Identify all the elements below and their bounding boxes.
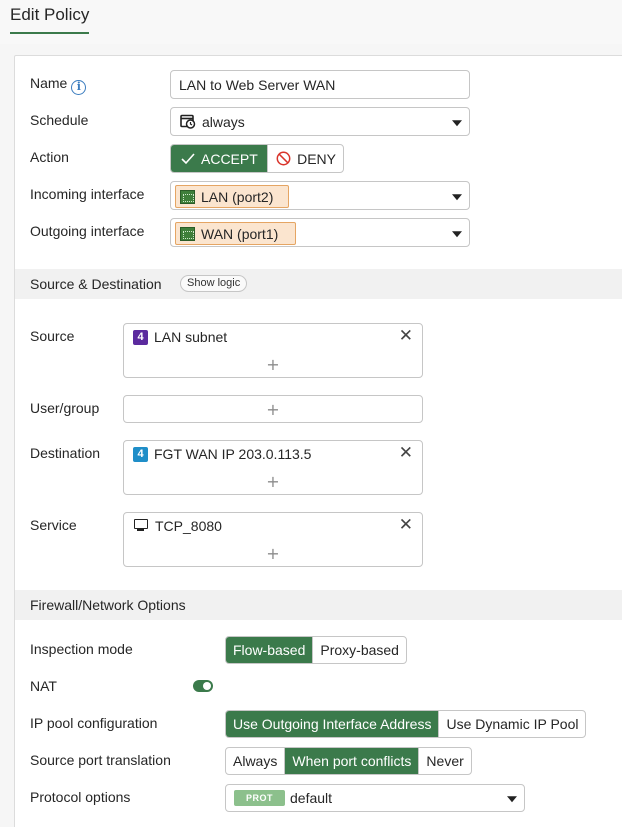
close-icon[interactable]: ✕ xyxy=(399,445,413,462)
ip-pool-label: IP pool configuration xyxy=(30,715,158,731)
chevron-down-icon xyxy=(452,193,462,200)
never-button[interactable]: Never xyxy=(418,748,470,774)
deny-label: DENY xyxy=(297,150,336,167)
source-port-translation-toggle: Always When port conflicts Never xyxy=(225,747,472,775)
use-outgoing-interface-button[interactable]: Use Outgoing Interface Address xyxy=(226,711,439,737)
source-port-translation-label: Source port translation xyxy=(30,752,171,768)
list-item[interactable]: TCP_8080 xyxy=(133,518,222,534)
action-label: Action xyxy=(30,149,69,165)
chevron-down-icon xyxy=(452,230,462,237)
close-icon[interactable]: ✕ xyxy=(399,517,413,534)
protocol-options-label: Protocol options xyxy=(30,789,131,805)
action-toggle: ACCEPT DENY xyxy=(170,144,344,173)
schedule-value-text: always xyxy=(202,113,245,130)
protocol-badge: PROT xyxy=(234,790,285,806)
when-port-conflicts-button[interactable]: When port conflicts xyxy=(284,748,419,774)
outgoing-interface-chip[interactable]: WAN (port1) xyxy=(175,222,296,245)
ipv4-address-icon: 4 xyxy=(133,329,148,345)
network-port-icon xyxy=(180,189,195,204)
nat-toggle[interactable] xyxy=(193,680,213,692)
list-item[interactable]: 4 LAN subnet xyxy=(133,329,227,345)
protocol-options-select[interactable]: PROT default xyxy=(225,784,525,812)
checkmark-icon xyxy=(181,152,195,164)
schedule-select[interactable]: always xyxy=(170,107,470,136)
destination-field[interactable]: 4 FGT WAN IP 203.0.113.5 ✕ + xyxy=(123,440,423,495)
chevron-down-icon xyxy=(507,796,517,803)
source-field[interactable]: 4 LAN subnet ✕ + xyxy=(123,323,423,378)
proxy-based-button[interactable]: Proxy-based xyxy=(312,637,406,663)
deny-button[interactable]: DENY xyxy=(267,145,343,172)
add-user-group-button[interactable]: + xyxy=(266,400,279,419)
service-field[interactable]: TCP_8080 ✕ + xyxy=(123,512,423,567)
protocol-options-value: default xyxy=(290,790,333,806)
accept-button[interactable]: ACCEPT xyxy=(171,145,268,172)
incoming-interface-chip[interactable]: LAN (port2) xyxy=(175,185,289,208)
outgoing-interface-value: WAN (port1) xyxy=(201,225,279,242)
add-source-button[interactable]: + xyxy=(266,355,279,374)
destination-entry-text: FGT WAN IP 203.0.113.5 xyxy=(154,446,312,462)
close-icon[interactable]: ✕ xyxy=(399,328,413,345)
page-title: Edit Policy xyxy=(10,5,90,34)
nat-label: NAT xyxy=(30,678,57,694)
name-input-value: LAN to Web Server WAN xyxy=(179,76,336,93)
name-label-text: Name xyxy=(30,75,68,91)
add-destination-button[interactable]: + xyxy=(266,472,279,491)
add-service-button[interactable]: + xyxy=(266,544,279,563)
policy-form: Name i LAN to Web Server WAN Schedule alw… xyxy=(14,55,622,827)
clock-calendar-icon xyxy=(180,114,196,129)
source-destination-section-header: Source & Destination Show logic xyxy=(15,269,622,299)
use-dynamic-ip-pool-button[interactable]: Use Dynamic IP Pool xyxy=(438,711,585,737)
show-logic-button[interactable]: Show logic xyxy=(180,275,248,292)
source-label: Source xyxy=(30,328,75,344)
list-item[interactable]: 4 FGT WAN IP 203.0.113.5 xyxy=(133,446,311,462)
accept-label: ACCEPT xyxy=(201,150,258,167)
incoming-interface-select[interactable]: LAN (port2) xyxy=(170,181,470,210)
inspection-mode-toggle: Flow-based Proxy-based xyxy=(225,636,407,664)
service-entry-text: TCP_8080 xyxy=(155,518,222,534)
outgoing-interface-label: Outgoing interface xyxy=(30,223,145,239)
destination-label: Destination xyxy=(30,445,101,461)
always-button[interactable]: Always xyxy=(226,748,284,774)
schedule-select-value: always xyxy=(180,114,245,130)
inspection-mode-label: Inspection mode xyxy=(30,641,133,657)
name-label: Name i xyxy=(30,75,87,95)
ipv4-address-icon: 4 xyxy=(133,446,148,462)
monitor-service-icon xyxy=(133,519,149,533)
network-port-icon xyxy=(180,226,195,241)
incoming-interface-value: LAN (port2) xyxy=(201,188,274,205)
source-entry-text: LAN subnet xyxy=(154,329,228,345)
firewall-network-section-header: Firewall/Network Options xyxy=(15,590,622,620)
section-title: Firewall/Network Options xyxy=(30,597,186,613)
name-input[interactable]: LAN to Web Server WAN xyxy=(170,70,470,99)
flow-based-button[interactable]: Flow-based xyxy=(226,637,313,663)
user-group-label: User/group xyxy=(30,400,100,416)
schedule-label: Schedule xyxy=(30,112,89,128)
user-group-field[interactable]: + xyxy=(123,395,423,423)
info-icon[interactable]: i xyxy=(71,80,87,95)
ip-pool-toggle: Use Outgoing Interface Address Use Dynam… xyxy=(225,710,587,738)
service-label: Service xyxy=(30,517,77,533)
chevron-down-icon xyxy=(452,119,462,126)
no-entry-icon xyxy=(276,151,291,166)
page-header: Edit Policy xyxy=(0,0,622,44)
section-title: Source & Destination xyxy=(30,276,162,292)
outgoing-interface-select[interactable]: WAN (port1) xyxy=(170,218,470,247)
incoming-interface-label: Incoming interface xyxy=(30,186,145,202)
